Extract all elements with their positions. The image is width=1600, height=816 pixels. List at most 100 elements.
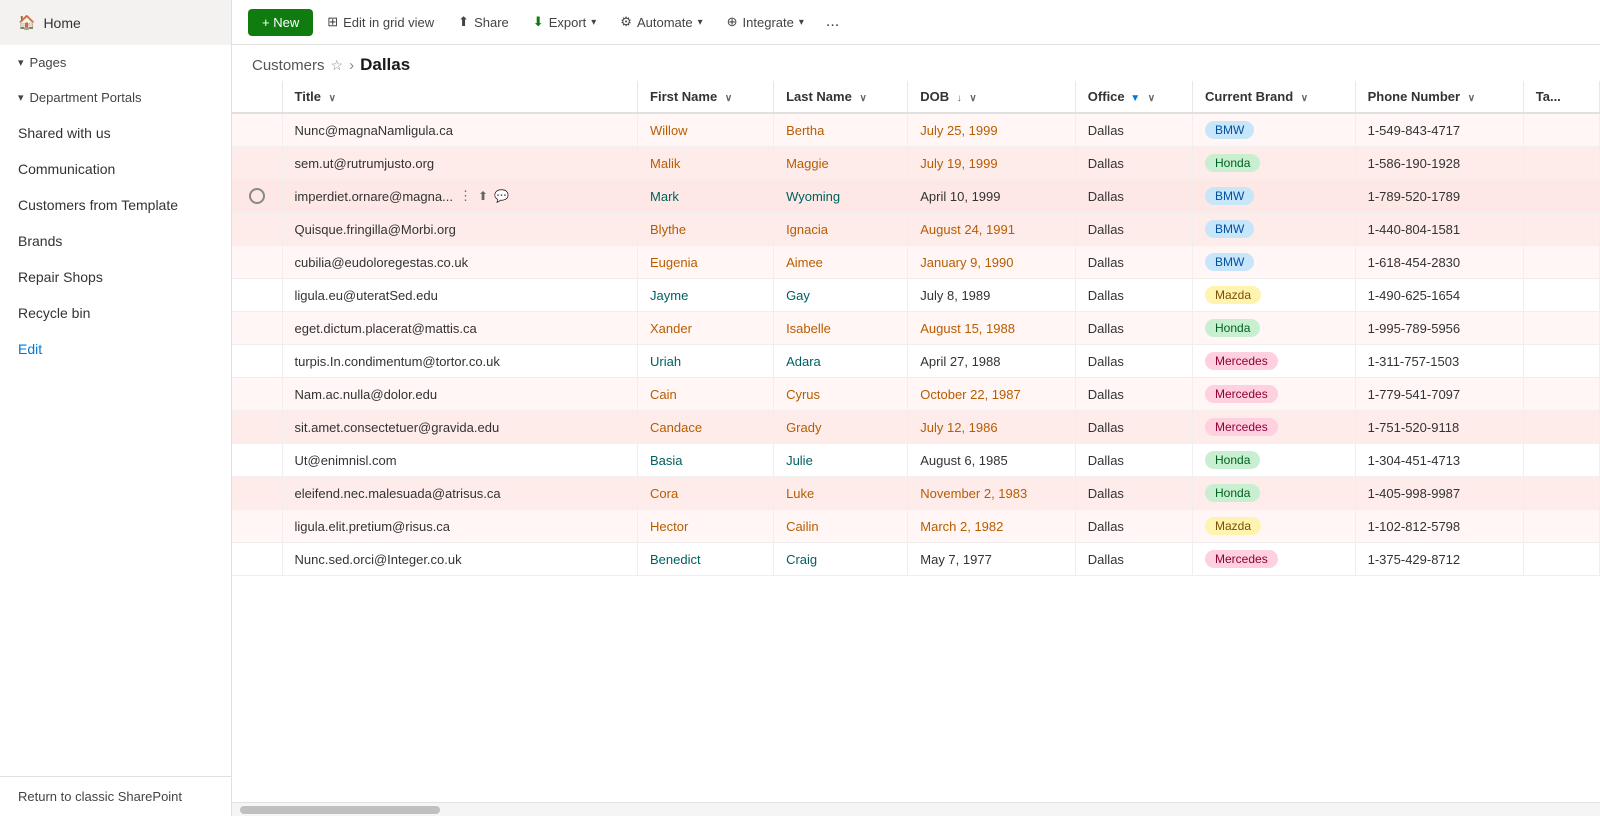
th-phone-number[interactable]: Phone Number ∨: [1355, 81, 1523, 113]
sidebar-item-shared[interactable]: Shared with us: [0, 115, 231, 151]
row-title[interactable]: cubilia@eudoloregestas.co.uk: [282, 246, 638, 279]
row-tags: [1523, 279, 1599, 312]
row-title[interactable]: Ut@enimnisl.com: [282, 444, 638, 477]
th-dob[interactable]: DOB ↓ ∨: [908, 81, 1076, 113]
sidebar-item-edit[interactable]: Edit: [0, 331, 231, 367]
row-select-cell[interactable]: [232, 543, 282, 576]
row-first-name: Cora: [638, 477, 774, 510]
row-title-cell[interactable]: imperdiet.ornare@magna...⋮⬆💬: [282, 180, 638, 213]
sidebar-repair-shops-label: Repair Shops: [18, 269, 103, 285]
row-select-cell[interactable]: [232, 444, 282, 477]
row-tags: [1523, 444, 1599, 477]
toolbar: + New ⊞ Edit in grid view ⬆ Share ⬇ Expo…: [232, 0, 1600, 45]
row-office: Dallas: [1075, 147, 1192, 180]
row-phone-number: 1-995-789-5956: [1355, 312, 1523, 345]
th-title[interactable]: Title ∨: [282, 81, 638, 113]
th-tags[interactable]: Ta...: [1523, 81, 1599, 113]
sidebar-group-pages[interactable]: ▾ Pages: [0, 45, 231, 80]
sidebar-item-customers-template[interactable]: Customers from Template: [0, 187, 231, 223]
horizontal-scrollbar[interactable]: [232, 802, 1600, 816]
row-title[interactable]: Nunc@magnaNamligula.ca: [282, 113, 638, 147]
row-office: Dallas: [1075, 279, 1192, 312]
row-last-name: Aimee: [774, 246, 908, 279]
row-dob: August 24, 1991: [908, 213, 1076, 246]
row-last-name: Grady: [774, 411, 908, 444]
row-last-name: Ignacia: [774, 213, 908, 246]
automate-chevron-icon: ▾: [698, 17, 703, 28]
row-title[interactable]: ligula.elit.pretium@risus.ca: [282, 510, 638, 543]
row-current-brand: Mazda: [1193, 510, 1356, 543]
row-select-cell[interactable]: [232, 477, 282, 510]
export-button[interactable]: ⬇ Export ▾: [523, 8, 607, 36]
sidebar-item-repair-shops[interactable]: Repair Shops: [0, 259, 231, 295]
row-title[interactable]: turpis.In.condimentum@tortor.co.uk: [282, 345, 638, 378]
brand-badge: Honda: [1205, 484, 1260, 502]
favorite-star-icon[interactable]: ☆: [331, 57, 344, 74]
row-tags: [1523, 378, 1599, 411]
row-title[interactable]: sem.ut@rutrumjusto.org: [282, 147, 638, 180]
edit-grid-button[interactable]: ⊞ Edit in grid view: [317, 8, 444, 36]
table-row: Nam.ac.nulla@dolor.eduCainCyrusOctober 2…: [232, 378, 1600, 411]
new-button[interactable]: + New: [248, 9, 313, 36]
row-share-icon[interactable]: ⬆: [478, 189, 488, 203]
row-select-cell[interactable]: [232, 312, 282, 345]
export-label: Export: [549, 15, 587, 30]
row-title[interactable]: sit.amet.consectetuer@gravida.edu: [282, 411, 638, 444]
row-select-cell[interactable]: [232, 378, 282, 411]
row-more-icon[interactable]: ⋮: [459, 188, 472, 204]
sidebar-dept-label: Department Portals: [30, 90, 142, 105]
row-office: Dallas: [1075, 378, 1192, 411]
row-title[interactable]: eleifend.nec.malesuada@atrisus.ca: [282, 477, 638, 510]
share-button[interactable]: ⬆ Share: [448, 8, 519, 36]
integrate-button[interactable]: ⊕ Integrate ▾: [717, 8, 814, 36]
row-title[interactable]: eget.dictum.placerat@mattis.ca: [282, 312, 638, 345]
row-first-name: Candace: [638, 411, 774, 444]
row-comment-icon[interactable]: 💬: [494, 189, 509, 203]
row-title[interactable]: Quisque.fringilla@Morbi.org: [282, 213, 638, 246]
row-select-cell[interactable]: [232, 279, 282, 312]
scrollbar-thumb[interactable]: [240, 806, 440, 814]
row-select-cell[interactable]: [232, 147, 282, 180]
row-title[interactable]: ligula.eu@uteratSed.edu: [282, 279, 638, 312]
row-phone-number: 1-304-451-4713: [1355, 444, 1523, 477]
row-tags: [1523, 213, 1599, 246]
th-last-name-sort-icon: ∨: [859, 93, 866, 104]
table-row: ligula.eu@uteratSed.eduJaymeGayJuly 8, 1…: [232, 279, 1600, 312]
row-dob: July 25, 1999: [908, 113, 1076, 147]
row-dob: November 2, 1983: [908, 477, 1076, 510]
automate-label: Automate: [637, 15, 693, 30]
chevron-down-icon-2: ▾: [18, 91, 24, 104]
table-row: Ut@enimnisl.comBasiaJulieAugust 6, 1985D…: [232, 444, 1600, 477]
row-select-cell[interactable]: [232, 113, 282, 147]
automate-button[interactable]: ⚙ Automate ▾: [610, 8, 712, 36]
row-tags: [1523, 147, 1599, 180]
row-select-cell[interactable]: [232, 246, 282, 279]
row-select-cell[interactable]: [232, 510, 282, 543]
sidebar-item-communication[interactable]: Communication: [0, 151, 231, 187]
breadcrumb-parent[interactable]: Customers: [252, 57, 325, 74]
th-title-sort-icon: ∨: [329, 93, 336, 104]
row-select-cell[interactable]: [232, 411, 282, 444]
sidebar-item-home[interactable]: 🏠 Home: [0, 0, 231, 45]
row-phone-number: 1-549-843-4717: [1355, 113, 1523, 147]
th-last-name[interactable]: Last Name ∨: [774, 81, 908, 113]
sidebar-group-dept[interactable]: ▾ Department Portals: [0, 80, 231, 115]
row-title[interactable]: Nam.ac.nulla@dolor.edu: [282, 378, 638, 411]
integrate-icon: ⊕: [727, 14, 738, 30]
row-select-cell[interactable]: [232, 345, 282, 378]
row-title[interactable]: Nunc.sed.orci@Integer.co.uk: [282, 543, 638, 576]
th-current-brand[interactable]: Current Brand ∨: [1193, 81, 1356, 113]
sidebar: 🏠 Home ▾ Pages ▾ Department Portals Shar…: [0, 0, 232, 816]
row-current-brand: Honda: [1193, 312, 1356, 345]
row-select-cell[interactable]: [232, 180, 282, 213]
more-options-button[interactable]: ...: [818, 9, 847, 35]
row-last-name: Cyrus: [774, 378, 908, 411]
sidebar-item-recycle-bin[interactable]: Recycle bin: [0, 295, 231, 331]
row-select-cell[interactable]: [232, 213, 282, 246]
th-first-name[interactable]: First Name ∨: [638, 81, 774, 113]
th-office[interactable]: Office ▼ ∨: [1075, 81, 1192, 113]
sidebar-return-classic[interactable]: Return to classic SharePoint: [0, 776, 231, 816]
row-radio[interactable]: [249, 188, 265, 204]
chevron-down-icon: ▾: [18, 56, 24, 69]
sidebar-item-brands[interactable]: Brands: [0, 223, 231, 259]
